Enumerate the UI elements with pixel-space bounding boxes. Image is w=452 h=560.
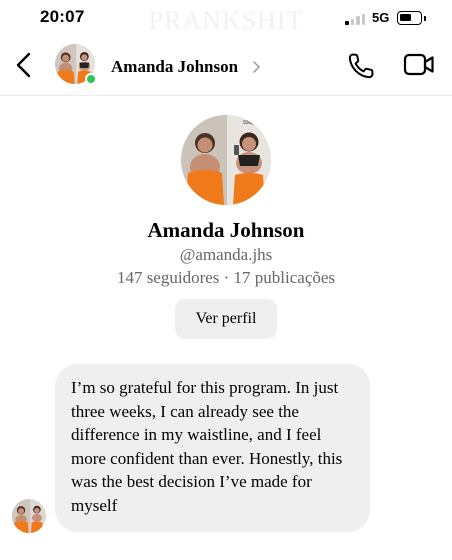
back-chevron-icon[interactable] (12, 50, 36, 80)
chevron-right-icon[interactable] (251, 60, 261, 74)
phone-icon[interactable] (346, 51, 376, 81)
header-avatar[interactable] (55, 44, 97, 86)
video-camera-icon[interactable] (403, 51, 435, 79)
profile-handle: @amanda.jhs (179, 245, 273, 264)
status-bar: 20:07 PRANKSHIT 5G (0, 0, 452, 36)
message-sender-avatar[interactable] (12, 499, 46, 533)
profile-photo-icon: 93kg (181, 115, 271, 205)
message-bubble[interactable]: I’m so grateful for this program. In jus… (55, 364, 370, 532)
profile-name: Amanda Johnson (147, 218, 305, 242)
profile-stats: 147 seguidores · 17 publicações (116, 268, 336, 287)
signal-strength-icon (345, 13, 367, 25)
chat-header: Amanda Johnson (0, 36, 452, 96)
sender-avatar-icon (12, 499, 46, 533)
photo-caption: 93kg (243, 120, 254, 126)
network-type: 5G (372, 10, 390, 25)
profile-photo[interactable]: 93kg (181, 115, 271, 205)
view-profile-button[interactable]: Ver perfil (175, 299, 277, 339)
battery-icon (397, 11, 426, 25)
contact-name[interactable]: Amanda Johnson (111, 57, 238, 77)
online-status-dot (85, 73, 97, 85)
